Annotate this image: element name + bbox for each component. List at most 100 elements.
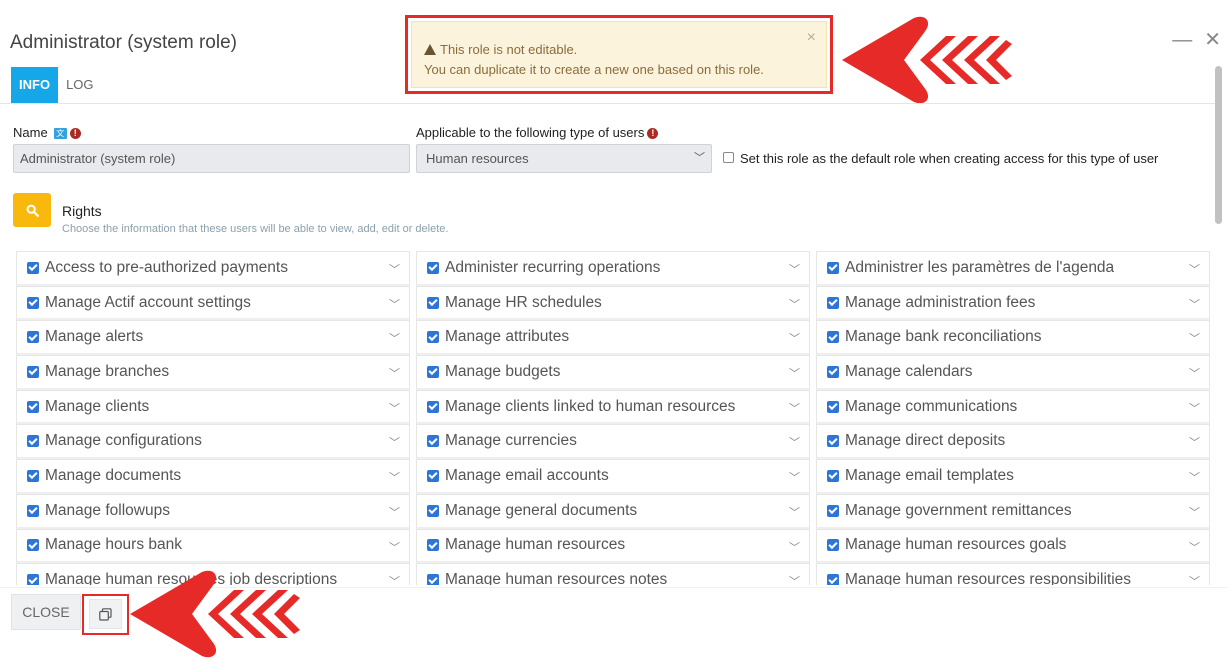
right-checkbox[interactable] (27, 400, 39, 413)
right-checkbox[interactable] (427, 504, 439, 517)
chevron-down-icon[interactable]: ﹀ (1189, 469, 1200, 485)
right-item[interactable]: Manage branches ﹀ (16, 355, 410, 390)
right-item[interactable]: Manage documents ﹀ (16, 459, 410, 494)
right-item[interactable]: Manage currencies ﹀ (416, 424, 810, 460)
rights-list[interactable]: Access to pre-authorized payments ﹀ Admini… (16, 251, 1212, 585)
right-checkbox[interactable] (827, 435, 839, 448)
right-item[interactable]: Manage HR schedules ﹀ (416, 285, 810, 321)
right-checkbox[interactable] (827, 504, 839, 517)
right-checkbox[interactable] (427, 469, 439, 482)
right-checkbox[interactable] (27, 365, 39, 378)
right-item[interactable]: Manage human resources ﹀ (416, 528, 810, 564)
chevron-down-icon[interactable]: ﹀ (389, 296, 400, 312)
right-item[interactable]: Administrer les paramètres de l'agenda ﹀ (816, 251, 1210, 286)
right-item[interactable]: Manage government remittances ﹀ (816, 493, 1210, 529)
right-checkbox[interactable] (427, 400, 439, 413)
right-checkbox[interactable] (827, 539, 839, 552)
chevron-down-icon[interactable]: ﹀ (1189, 434, 1200, 450)
chevron-down-icon[interactable]: ﹀ (789, 365, 800, 381)
chevron-down-icon[interactable]: ﹀ (789, 330, 800, 346)
minimize-icon[interactable]: — (1172, 30, 1192, 50)
right-checkbox[interactable] (27, 331, 39, 344)
close-button[interactable]: CLOSE (11, 594, 81, 630)
default-role-checkbox[interactable] (723, 152, 734, 163)
tab-info[interactable]: INFO (11, 67, 59, 103)
chevron-down-icon[interactable]: ﹀ (1189, 261, 1200, 277)
chevron-down-icon[interactable]: ﹀ (389, 539, 400, 555)
chevron-down-icon[interactable]: ﹀ (789, 434, 800, 450)
right-checkbox[interactable] (427, 539, 439, 552)
right-item[interactable]: Manage Actif account settings ﹀ (16, 285, 410, 321)
right-item[interactable]: Manage administration fees ﹀ (816, 285, 1210, 321)
translate-icon[interactable]: 文 (53, 128, 67, 140)
right-checkbox[interactable] (827, 574, 839, 585)
chevron-down-icon[interactable]: ﹀ (1189, 330, 1200, 346)
right-checkbox[interactable] (27, 539, 39, 552)
chevron-down-icon[interactable]: ﹀ (789, 573, 800, 585)
right-item[interactable]: Manage hours bank ﹀ (16, 528, 410, 564)
right-checkbox[interactable] (27, 435, 39, 448)
right-checkbox[interactable] (427, 574, 439, 585)
chevron-down-icon[interactable]: ﹀ (389, 400, 400, 416)
right-checkbox[interactable] (827, 400, 839, 413)
right-checkbox[interactable] (27, 261, 39, 274)
right-item[interactable]: Manage human resources goals ﹀ (816, 528, 1210, 564)
chevron-down-icon[interactable]: ﹀ (389, 573, 400, 585)
right-checkbox[interactable] (27, 469, 39, 482)
chevron-down-icon[interactable]: ﹀ (789, 296, 800, 312)
right-item[interactable]: Manage calendars ﹀ (816, 355, 1210, 390)
chevron-down-icon[interactable]: ﹀ (789, 400, 800, 416)
right-item[interactable]: Manage email accounts ﹀ (416, 459, 810, 494)
chevron-down-icon[interactable]: ﹀ (389, 434, 400, 450)
right-item[interactable]: Manage alerts ﹀ (16, 320, 410, 356)
right-checkbox[interactable] (827, 296, 839, 309)
right-item[interactable]: Administer recurring operations ﹀ (416, 251, 810, 286)
chevron-down-icon[interactable]: ﹀ (789, 504, 800, 520)
close-icon[interactable]: ✕ (1204, 30, 1221, 50)
right-item[interactable]: Manage email templates ﹀ (816, 459, 1210, 494)
right-item[interactable]: Manage clients linked to human resources… (416, 389, 810, 425)
right-item[interactable]: Manage budgets ﹀ (416, 355, 810, 390)
name-input[interactable]: Administrator (system role) (13, 144, 410, 173)
right-checkbox[interactable] (827, 469, 839, 482)
right-item[interactable]: Manage attributes ﹀ (416, 320, 810, 356)
right-checkbox[interactable] (27, 504, 39, 517)
right-checkbox[interactable] (427, 365, 439, 378)
chevron-down-icon[interactable]: ﹀ (1189, 504, 1200, 520)
chevron-down-icon[interactable]: ﹀ (1189, 539, 1200, 555)
right-checkbox[interactable] (427, 296, 439, 309)
right-checkbox[interactable] (827, 331, 839, 344)
right-checkbox[interactable] (27, 296, 39, 309)
user-type-select[interactable]: Human resources ﹀ (416, 144, 712, 173)
chevron-down-icon[interactable]: ﹀ (389, 469, 400, 485)
chevron-down-icon[interactable]: ﹀ (1189, 573, 1200, 585)
chevron-down-icon[interactable]: ﹀ (389, 365, 400, 381)
right-item[interactable]: Access to pre-authorized payments ﹀ (16, 251, 410, 286)
right-item[interactable]: Manage human resources responsibilities ﹀ (816, 563, 1210, 585)
right-item[interactable]: Manage direct deposits ﹀ (816, 424, 1210, 460)
chevron-down-icon[interactable]: ﹀ (1189, 365, 1200, 381)
chevron-down-icon[interactable]: ﹀ (789, 539, 800, 555)
right-item[interactable]: Manage configurations ﹀ (16, 424, 410, 460)
right-item[interactable]: Manage human resources notes ﹀ (416, 563, 810, 585)
right-checkbox[interactable] (827, 261, 839, 274)
right-item[interactable]: Manage communications ﹀ (816, 389, 1210, 425)
right-checkbox[interactable] (827, 365, 839, 378)
chevron-down-icon[interactable]: ﹀ (1189, 296, 1200, 312)
right-checkbox[interactable] (427, 261, 439, 274)
right-item[interactable]: Manage clients ﹀ (16, 389, 410, 425)
chevron-down-icon[interactable]: ﹀ (789, 469, 800, 485)
right-item[interactable]: Manage followups ﹀ (16, 493, 410, 529)
tab-log[interactable]: LOG (58, 67, 101, 103)
duplicate-button[interactable] (89, 599, 122, 629)
scrollbar[interactable] (1215, 66, 1222, 224)
chevron-down-icon[interactable]: ﹀ (1189, 400, 1200, 416)
search-rights-button[interactable] (13, 193, 51, 227)
right-checkbox[interactable] (427, 331, 439, 344)
right-item[interactable]: Manage general documents ﹀ (416, 493, 810, 529)
alert-close-icon[interactable]: × (807, 28, 816, 48)
chevron-down-icon[interactable]: ﹀ (389, 261, 400, 277)
right-item[interactable]: Manage bank reconciliations ﹀ (816, 320, 1210, 356)
right-checkbox[interactable] (427, 435, 439, 448)
right-checkbox[interactable] (27, 574, 39, 585)
